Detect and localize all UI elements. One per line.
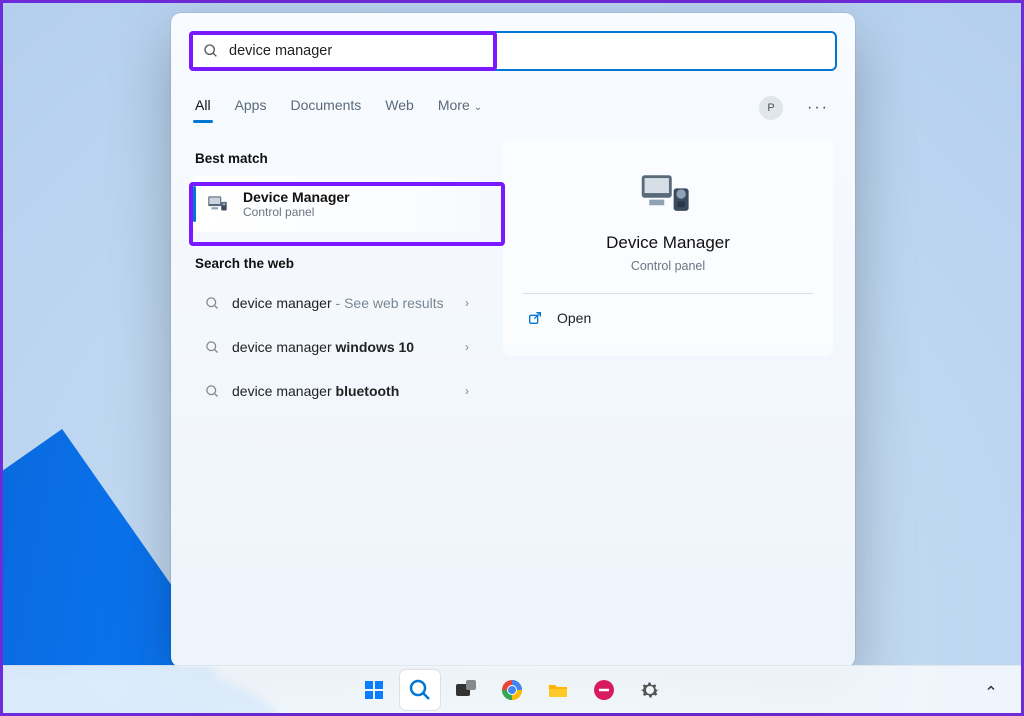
app-icon [592,678,616,702]
tab-all[interactable]: All [193,93,213,123]
chevron-right-icon: › [465,340,469,354]
more-options-button[interactable]: ··· [803,99,833,117]
taskbar [3,665,1021,713]
device-manager-large-icon [638,167,698,221]
search-icon [203,43,219,59]
preview-subtitle: Control panel [631,259,705,273]
tab-more[interactable]: More⌄ [436,93,484,123]
best-match-title: Device Manager [243,189,350,205]
chevron-right-icon: › [465,384,469,398]
search-input[interactable] [229,43,823,59]
result-preview-card: Device Manager Control panel Open [503,139,833,356]
taskbar-app-settings[interactable] [630,670,670,710]
system-tray [977,665,1005,713]
chevron-right-icon: › [465,296,469,310]
web-result-suffix: - See web results [332,295,444,311]
search-flyout: All Apps Documents Web More⌄ P ··· Best … [171,13,855,667]
web-result-text: device manager [232,295,332,311]
search-icon [205,340,220,355]
tab-documents[interactable]: Documents [288,93,363,123]
search-tabs: All Apps Documents Web More⌄ P ··· [171,75,855,123]
preview-column: Device Manager Control panel Open [481,133,855,667]
web-result-2[interactable]: device manager bluetooth › [193,369,481,413]
taskbar-app-chrome[interactable] [492,670,532,710]
gear-icon [638,678,662,702]
open-external-icon [527,310,543,326]
taskbar-search-button[interactable] [400,670,440,710]
search-input-container[interactable] [189,31,837,71]
chrome-icon [500,678,524,702]
search-icon [205,384,220,399]
task-view-icon [454,678,478,702]
search-web-heading: Search the web [193,248,481,281]
preview-title: Device Manager [606,233,730,253]
open-action[interactable]: Open [523,294,813,342]
web-result-suffix: bluetooth [336,383,400,399]
task-view-button[interactable] [446,670,486,710]
web-result-suffix: windows 10 [336,339,415,355]
web-result-1[interactable]: device manager windows 10 › [193,325,481,369]
best-match-heading: Best match [193,143,481,176]
folder-icon [546,678,570,702]
open-label: Open [557,310,591,326]
search-icon [408,678,432,702]
start-button[interactable] [354,670,394,710]
chevron-up-icon [985,682,997,694]
web-result-text: device manager [232,383,336,399]
device-manager-icon [205,191,231,217]
taskbar-app-explorer[interactable] [538,670,578,710]
tray-overflow-button[interactable] [977,678,1005,701]
chevron-down-icon: ⌄ [474,102,482,113]
best-match-result[interactable]: Device Manager Control panel [193,176,481,232]
web-result-0[interactable]: device manager - See web results › [193,281,481,325]
best-match-subtitle: Control panel [243,205,350,219]
tab-web[interactable]: Web [383,93,416,123]
tab-apps[interactable]: Apps [233,93,269,123]
taskbar-app-generic[interactable] [584,670,624,710]
results-column: Best match Device Manager Control panel … [171,133,481,667]
user-avatar[interactable]: P [759,96,783,120]
web-result-text: device manager [232,339,336,355]
search-icon [205,296,220,311]
windows-logo-icon [362,678,386,702]
